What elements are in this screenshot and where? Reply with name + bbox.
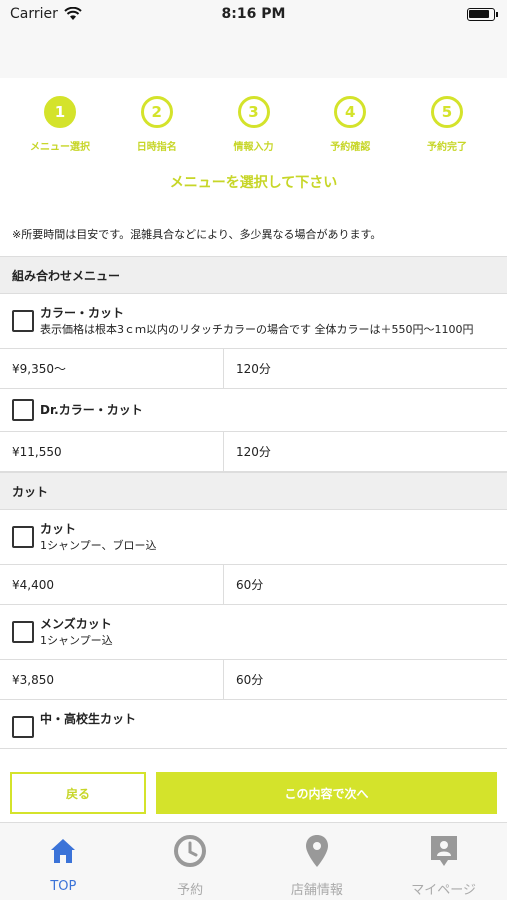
menu-checkbox[interactable] (12, 399, 34, 421)
menu-item-price-row: ¥4,400 60分 (0, 565, 507, 605)
menu-item-name: カラー・カット (40, 306, 125, 320)
menu-item-name: メンズカット (40, 617, 112, 631)
step-label: 予約完了 (427, 142, 467, 153)
menu-item-price-row: ¥11,550 120分 (0, 432, 507, 472)
status-bar: Carrier 8:16 PM (0, 0, 507, 30)
step-number: 5 (431, 96, 463, 128)
tab-top[interactable]: TOP (0, 823, 127, 900)
step-2: 2 日時指名 (117, 96, 197, 156)
page-heading: メニューを選択して下さい (169, 175, 338, 191)
back-button[interactable]: 戻る (10, 772, 146, 814)
step-number: 4 (334, 96, 367, 128)
menu-item-description: 表示価格は根本3ｃｍ以内のリタッチカラーの場合です 全体カラーは＋550円〜11… (40, 323, 474, 336)
tab-label: TOP (50, 879, 77, 894)
menu-item-duration: 120分 (236, 362, 271, 376)
menu-item-student-cut[interactable]: 中・高校生カット (0, 700, 507, 749)
step-number: 3 (237, 96, 270, 128)
home-icon (0, 833, 127, 869)
location-pin-icon (254, 833, 381, 869)
section-header: 組み合わせメニュー (0, 256, 507, 294)
menu-item-price-row: ¥9,350〜 120分 (0, 349, 507, 389)
menu-item-duration: 120分 (236, 445, 271, 459)
tab-label: 予約 (177, 883, 204, 898)
menu-item-dr-color-cut[interactable]: Dr.カラー・カット (0, 389, 507, 432)
menu-checkbox[interactable] (12, 716, 34, 738)
tab-reservation[interactable]: 予約 (127, 823, 254, 900)
step-label: 情報入力 (233, 142, 274, 153)
progress-steps: 1 メニュー選択 2 日時指名 3 情報入力 4 予約確認 5 予約完了 (0, 78, 507, 156)
tab-bar: TOP 予約 店舗情報 マイページ (0, 822, 507, 900)
step-label: 予約確認 (330, 142, 371, 153)
status-time: 8:16 PM (221, 6, 286, 22)
menu-item-price-row: ¥3,850 60分 (0, 660, 507, 700)
menu-item-price: ¥4,400 (0, 565, 224, 604)
menu-scroll-area[interactable]: 1 メニュー選択 2 日時指名 3 情報入力 4 予約確認 5 予約完了 メニュ… (0, 78, 507, 768)
step-number: 2 (140, 96, 173, 128)
step-label: 日時指名 (136, 142, 177, 153)
clock-icon (127, 833, 254, 869)
menu-item-description: 1シャンプー、ブロー込 (40, 539, 157, 552)
menu-item-name: Dr.カラー・カット (40, 403, 143, 417)
next-button[interactable]: この内容で次へ (156, 772, 497, 814)
menu-item-cut[interactable]: カット 1シャンプー、ブロー込 (0, 510, 507, 565)
menu-checkbox[interactable] (12, 310, 34, 332)
step-3: 3 情報入力 (214, 96, 294, 156)
navigation-bar (0, 30, 507, 78)
step-label: メニュー選択 (30, 142, 90, 153)
step-number: 1 (44, 96, 76, 128)
battery-icon (467, 8, 498, 21)
duration-notice: ※所要時間は目安です。混雑具合などにより、多少異なる場合があります。 (12, 228, 382, 241)
tab-label: 店舗情報 (290, 883, 343, 898)
step-4: 4 予約確認 (310, 96, 390, 156)
tab-label: マイページ (411, 883, 476, 898)
profile-icon (380, 833, 507, 869)
menu-item-color-cut[interactable]: カラー・カット 表示価格は根本3ｃｍ以内のリタッチカラーの場合です 全体カラーは… (0, 294, 507, 349)
menu-item-price: ¥3,850 (0, 660, 224, 699)
menu-item-description: 1シャンプー込 (40, 634, 113, 647)
menu-item-price: ¥11,550 (0, 432, 224, 471)
menu-item-mens-cut[interactable]: メンズカット 1シャンプー込 (0, 605, 507, 660)
step-5: 5 予約完了 (407, 96, 487, 156)
menu-item-name: カット (40, 522, 77, 536)
tab-store-info[interactable]: 店舗情報 (254, 823, 381, 900)
tab-mypage[interactable]: マイページ (380, 823, 507, 900)
menu-item-duration: 60分 (236, 673, 264, 687)
action-bar: 戻る この内容で次へ (0, 768, 507, 822)
menu-checkbox[interactable] (12, 621, 34, 643)
menu-checkbox[interactable] (12, 526, 34, 548)
menu-item-price: ¥9,350〜 (0, 349, 224, 388)
step-1: 1 メニュー選択 (20, 96, 100, 156)
menu-item-duration: 60分 (236, 578, 264, 592)
section-header: カット (0, 472, 507, 510)
menu-item-name: 中・高校生カット (40, 712, 137, 726)
